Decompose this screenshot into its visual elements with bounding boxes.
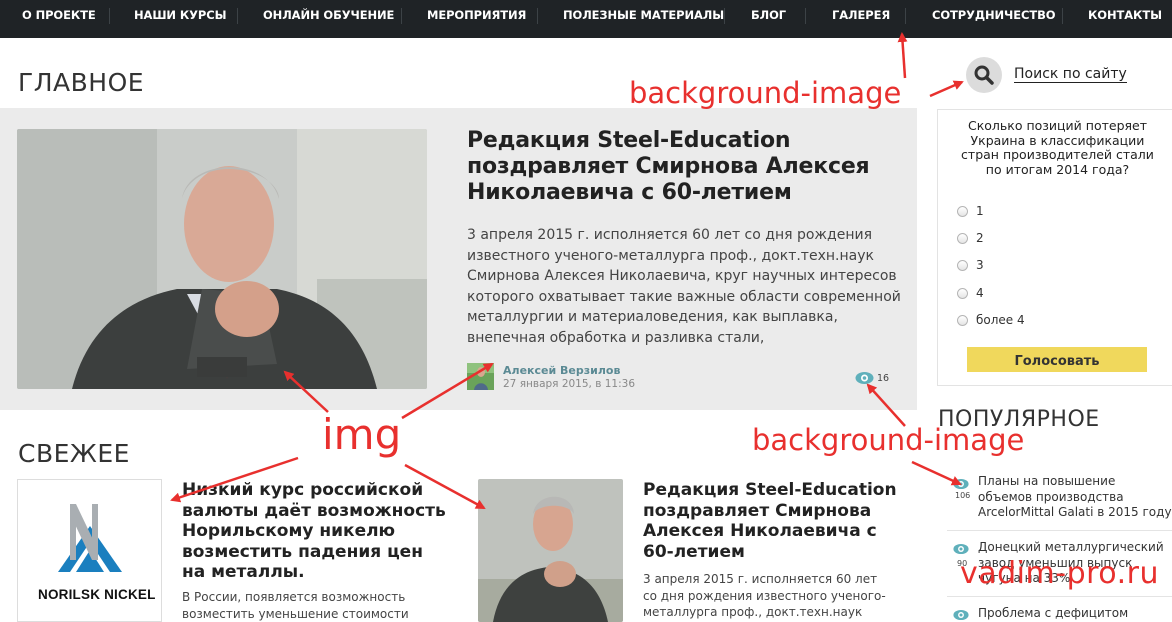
- search-button[interactable]: [966, 57, 1002, 93]
- author-avatar[interactable]: [467, 363, 494, 390]
- fresh-article-excerpt: 3 апреля 2015 г. исполняется 60 лет со д…: [643, 572, 886, 619]
- nav-divider: [401, 8, 402, 24]
- nav-item-materials[interactable]: ПОЛЕЗНЫЕ МАТЕРИАЛЫ: [563, 0, 724, 38]
- poll-option-label: 4: [976, 286, 984, 300]
- views-eye-icon: [953, 543, 969, 555]
- poll-option[interactable]: 1: [957, 204, 984, 218]
- search-link[interactable]: Поиск по сайту: [1014, 66, 1127, 83]
- fresh-article-excerpt: В России, появляется возможность возмест…: [182, 590, 409, 621]
- nav-item-about[interactable]: О ПРОЕКТЕ: [22, 0, 96, 38]
- radio-button[interactable]: [957, 206, 968, 217]
- views-eye-icon: [953, 609, 969, 621]
- poll-option-label: 2: [976, 231, 984, 245]
- poll-option-label: 1: [976, 204, 984, 218]
- views-eye-icon: [855, 372, 874, 384]
- fresh-article-photo[interactable]: [478, 479, 623, 622]
- nav-divider: [1062, 8, 1063, 24]
- nav-divider: [237, 8, 238, 24]
- featured-title[interactable]: Редакция Steel-Education поздравляет Сми…: [467, 128, 907, 206]
- poll-option-label: более 4: [976, 313, 1025, 327]
- author-name[interactable]: Алексей Верзилов: [503, 364, 620, 377]
- poll-question: Сколько позиций потеряет Украина в класс…: [961, 118, 1154, 177]
- nav-divider: [905, 8, 906, 24]
- nav-item-cooperation[interactable]: СОТРУДНИЧЕСТВО: [932, 0, 1056, 38]
- featured-views-count: 16: [877, 373, 890, 384]
- logo-wordmark: NORILSK NICKEL: [38, 587, 156, 602]
- nav-item-gallery[interactable]: ГАЛЕРЕЯ: [832, 0, 890, 38]
- annotation-label: background-image: [629, 76, 902, 110]
- fresh-article-title[interactable]: Низкий курс российской валюты даёт возмо…: [182, 480, 447, 583]
- radio-button[interactable]: [957, 288, 968, 299]
- nav-divider: [805, 8, 806, 24]
- views-eye-icon: [953, 478, 969, 490]
- poll-option[interactable]: 2: [957, 231, 984, 245]
- vote-button[interactable]: Голосовать: [967, 347, 1147, 372]
- search-icon: [974, 65, 994, 85]
- radio-button[interactable]: [957, 260, 968, 271]
- nav-item-contacts[interactable]: КОНТАКТЫ: [1088, 0, 1162, 38]
- popular-item[interactable]: Планы на повышение объемов производства …: [978, 474, 1172, 521]
- divider: [947, 596, 1172, 597]
- main-heading: ГЛАВНОЕ: [18, 68, 145, 97]
- featured-excerpt: 3 апреля 2015 г. исполняется 60 лет со д…: [467, 227, 901, 346]
- featured-photo[interactable]: [17, 129, 427, 389]
- radio-button[interactable]: [957, 315, 968, 326]
- poll-option[interactable]: 3: [957, 258, 984, 272]
- poll-option[interactable]: 4: [957, 286, 984, 300]
- divider: [947, 530, 1172, 531]
- nav-divider: [109, 8, 110, 24]
- nav-divider: [537, 8, 538, 24]
- radio-button[interactable]: [957, 233, 968, 244]
- top-navigation: О ПРОЕКТЕ НАШИ КУРСЫ ОНЛАЙН ОБУЧЕНИЕ МЕР…: [0, 0, 1172, 38]
- popular-item[interactable]: Проблема с дефицитом: [978, 606, 1172, 622]
- annotation-label: background-image: [752, 423, 1025, 457]
- watermark: vadim-pro.ru: [960, 556, 1159, 591]
- post-date: 27 января 2015, в 11:36: [503, 378, 636, 390]
- popular-views-count: 106: [955, 491, 971, 500]
- nav-item-events[interactable]: МЕРОПРИЯТИЯ: [427, 0, 526, 38]
- fresh-article-title[interactable]: Редакция Steel-Education поздравляет Сми…: [643, 480, 913, 562]
- nav-item-courses[interactable]: НАШИ КУРСЫ: [134, 0, 227, 38]
- nav-divider: [724, 8, 725, 24]
- fresh-heading: СВЕЖЕЕ: [18, 439, 130, 468]
- nav-item-online-learning[interactable]: ОНЛАЙН ОБУЧЕНИЕ: [263, 0, 394, 38]
- poll-option-label: 3: [976, 258, 984, 272]
- nav-item-blog[interactable]: БЛОГ: [751, 0, 786, 38]
- annotation-label: img: [322, 410, 402, 459]
- poll-option[interactable]: более 4: [957, 313, 1025, 327]
